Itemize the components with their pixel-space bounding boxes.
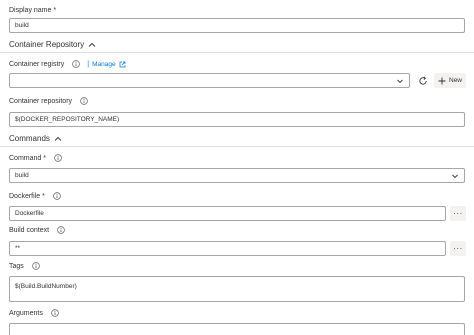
section-divider [0, 52, 474, 53]
build-context-label-row: Build context [9, 226, 65, 234]
chevron-up-icon [88, 41, 96, 49]
arguments-label-row: Arguments [9, 309, 59, 317]
arguments-input[interactable] [9, 323, 465, 335]
build-context-label: Build context [9, 226, 50, 234]
container-registry-label: Container registry [9, 60, 65, 68]
dockerfile-label-row: Dockerfile * [9, 192, 61, 200]
display-name-input[interactable]: build [9, 18, 465, 33]
arguments-label: Arguments [9, 309, 43, 317]
manage-link-label: Manage [92, 60, 116, 68]
chevron-down-icon [396, 77, 404, 85]
tags-label-row: Tags [9, 262, 40, 270]
info-icon[interactable] [32, 262, 40, 270]
refresh-icon [418, 76, 428, 86]
tags-label: Tags [9, 262, 24, 270]
task-editor: Display name * build Container Repositor… [0, 0, 474, 335]
tags-textarea[interactable]: $(Build.BuildNumber) [9, 276, 465, 302]
plus-icon [438, 77, 446, 84]
more-icon: ··· [453, 244, 463, 253]
command-label-row: Command * [9, 154, 62, 162]
display-name-label: Display name * [9, 7, 57, 14]
command-value: build [15, 172, 29, 179]
container-repository-section-header[interactable]: Container Repository [9, 40, 96, 49]
command-label: Command * [9, 154, 46, 162]
info-icon[interactable] [53, 192, 61, 200]
dockerfile-browse-button[interactable]: ··· [450, 206, 466, 221]
external-link-icon [119, 61, 126, 68]
dockerfile-label: Dockerfile * [9, 192, 45, 200]
new-registry-button[interactable]: New [434, 73, 467, 88]
commands-section-header[interactable]: Commands [9, 134, 62, 143]
info-icon[interactable] [57, 226, 65, 234]
command-select[interactable]: build [9, 168, 465, 183]
info-icon[interactable] [80, 97, 88, 105]
container-repository-label: Container repository [9, 97, 73, 105]
container-registry-label-row: Container registry | Manage [9, 60, 126, 68]
dockerfile-input[interactable]: Dockerfile [9, 206, 446, 221]
info-icon[interactable] [72, 60, 81, 68]
container-repository-input[interactable]: $(DOCKER_REPOSITORY_NAME) [9, 112, 465, 127]
build-context-browse-button[interactable]: ··· [450, 241, 466, 256]
section-divider [0, 146, 474, 147]
chevron-down-icon [451, 172, 459, 180]
refresh-button[interactable] [415, 73, 430, 88]
new-button-label: New [449, 77, 463, 84]
manage-link[interactable]: Manage [92, 61, 126, 68]
container-registry-select[interactable] [9, 73, 410, 88]
container-repository-title: Container Repository [9, 40, 85, 49]
chevron-up-icon [54, 135, 62, 143]
container-repository-label-row: Container repository [9, 97, 88, 105]
info-icon[interactable] [51, 309, 59, 317]
commands-title: Commands [9, 134, 50, 143]
separator: | [87, 60, 90, 68]
more-icon: ··· [453, 209, 463, 218]
build-context-input[interactable]: ** [9, 241, 446, 256]
info-icon[interactable] [54, 154, 62, 162]
